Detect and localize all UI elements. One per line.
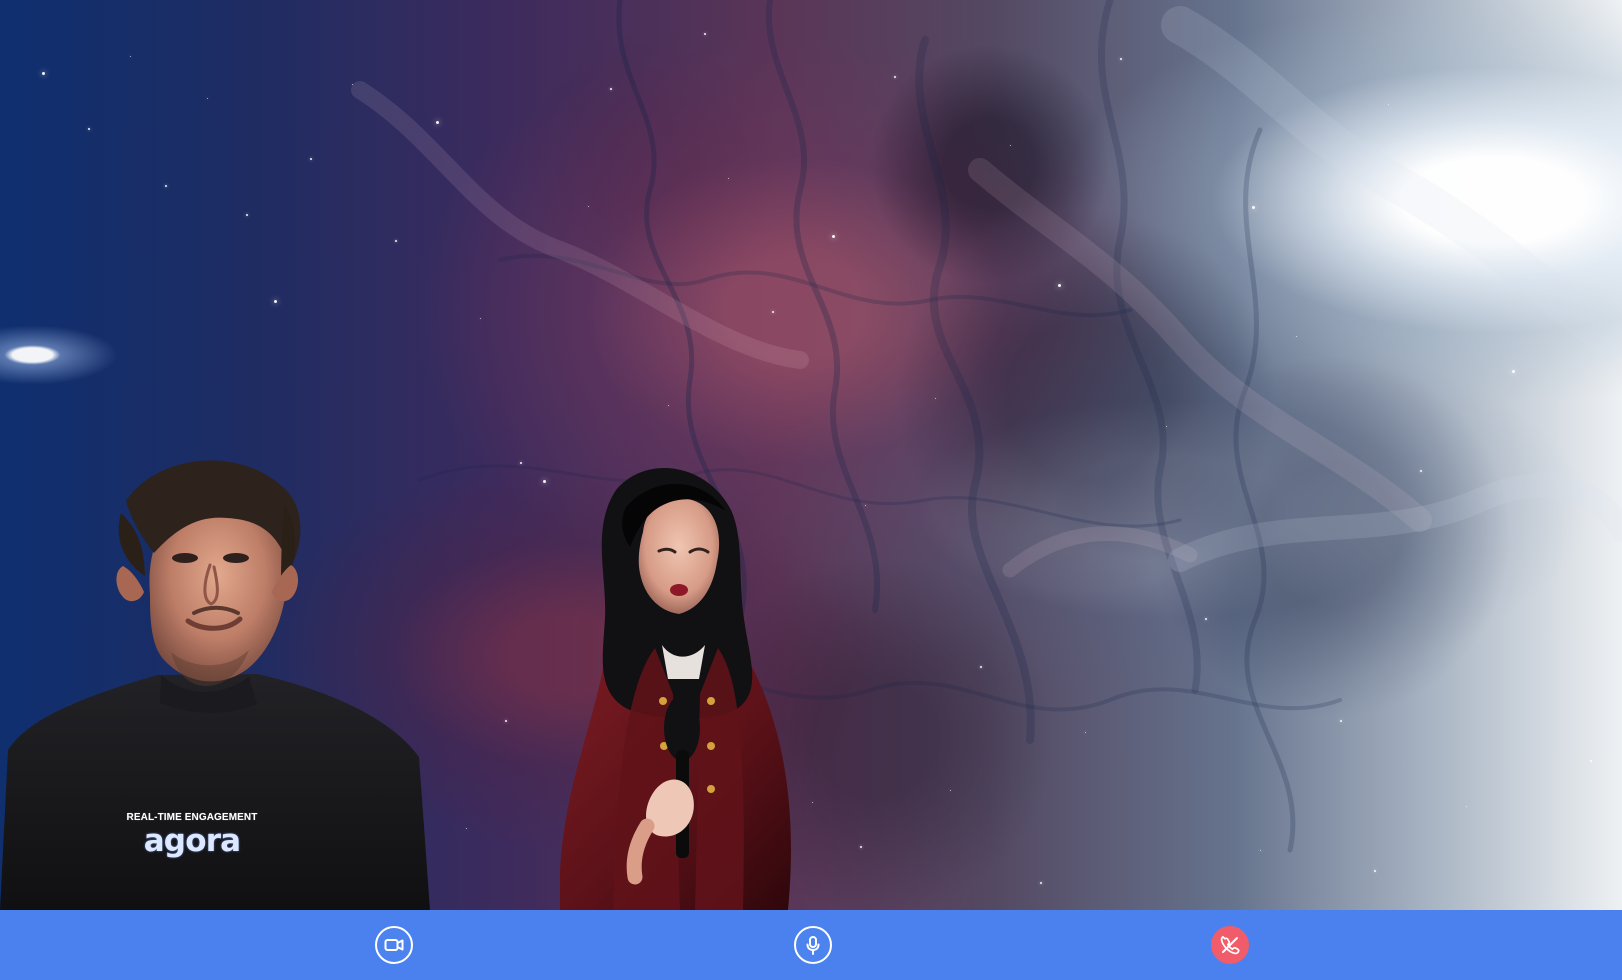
participant-video-left: REAL-TIME ENGAGEMENT agora bbox=[0, 455, 430, 910]
video-stage: REAL-TIME ENGAGEMENT agora bbox=[0, 0, 1622, 910]
camera-icon bbox=[384, 939, 404, 951]
microphone-icon bbox=[806, 936, 820, 955]
microphone-toggle-button[interactable] bbox=[794, 926, 832, 964]
hang-up-button[interactable] bbox=[1211, 926, 1249, 964]
man-video-cutout bbox=[0, 460, 430, 910]
call-control-bar bbox=[0, 910, 1622, 980]
video-call-window: REAL-TIME ENGAGEMENT agora bbox=[0, 0, 1622, 980]
woman-video-cutout bbox=[560, 468, 791, 910]
participant-video-center bbox=[560, 468, 800, 910]
hang-up-icon bbox=[1220, 935, 1240, 955]
camera-toggle-button[interactable] bbox=[375, 926, 413, 964]
